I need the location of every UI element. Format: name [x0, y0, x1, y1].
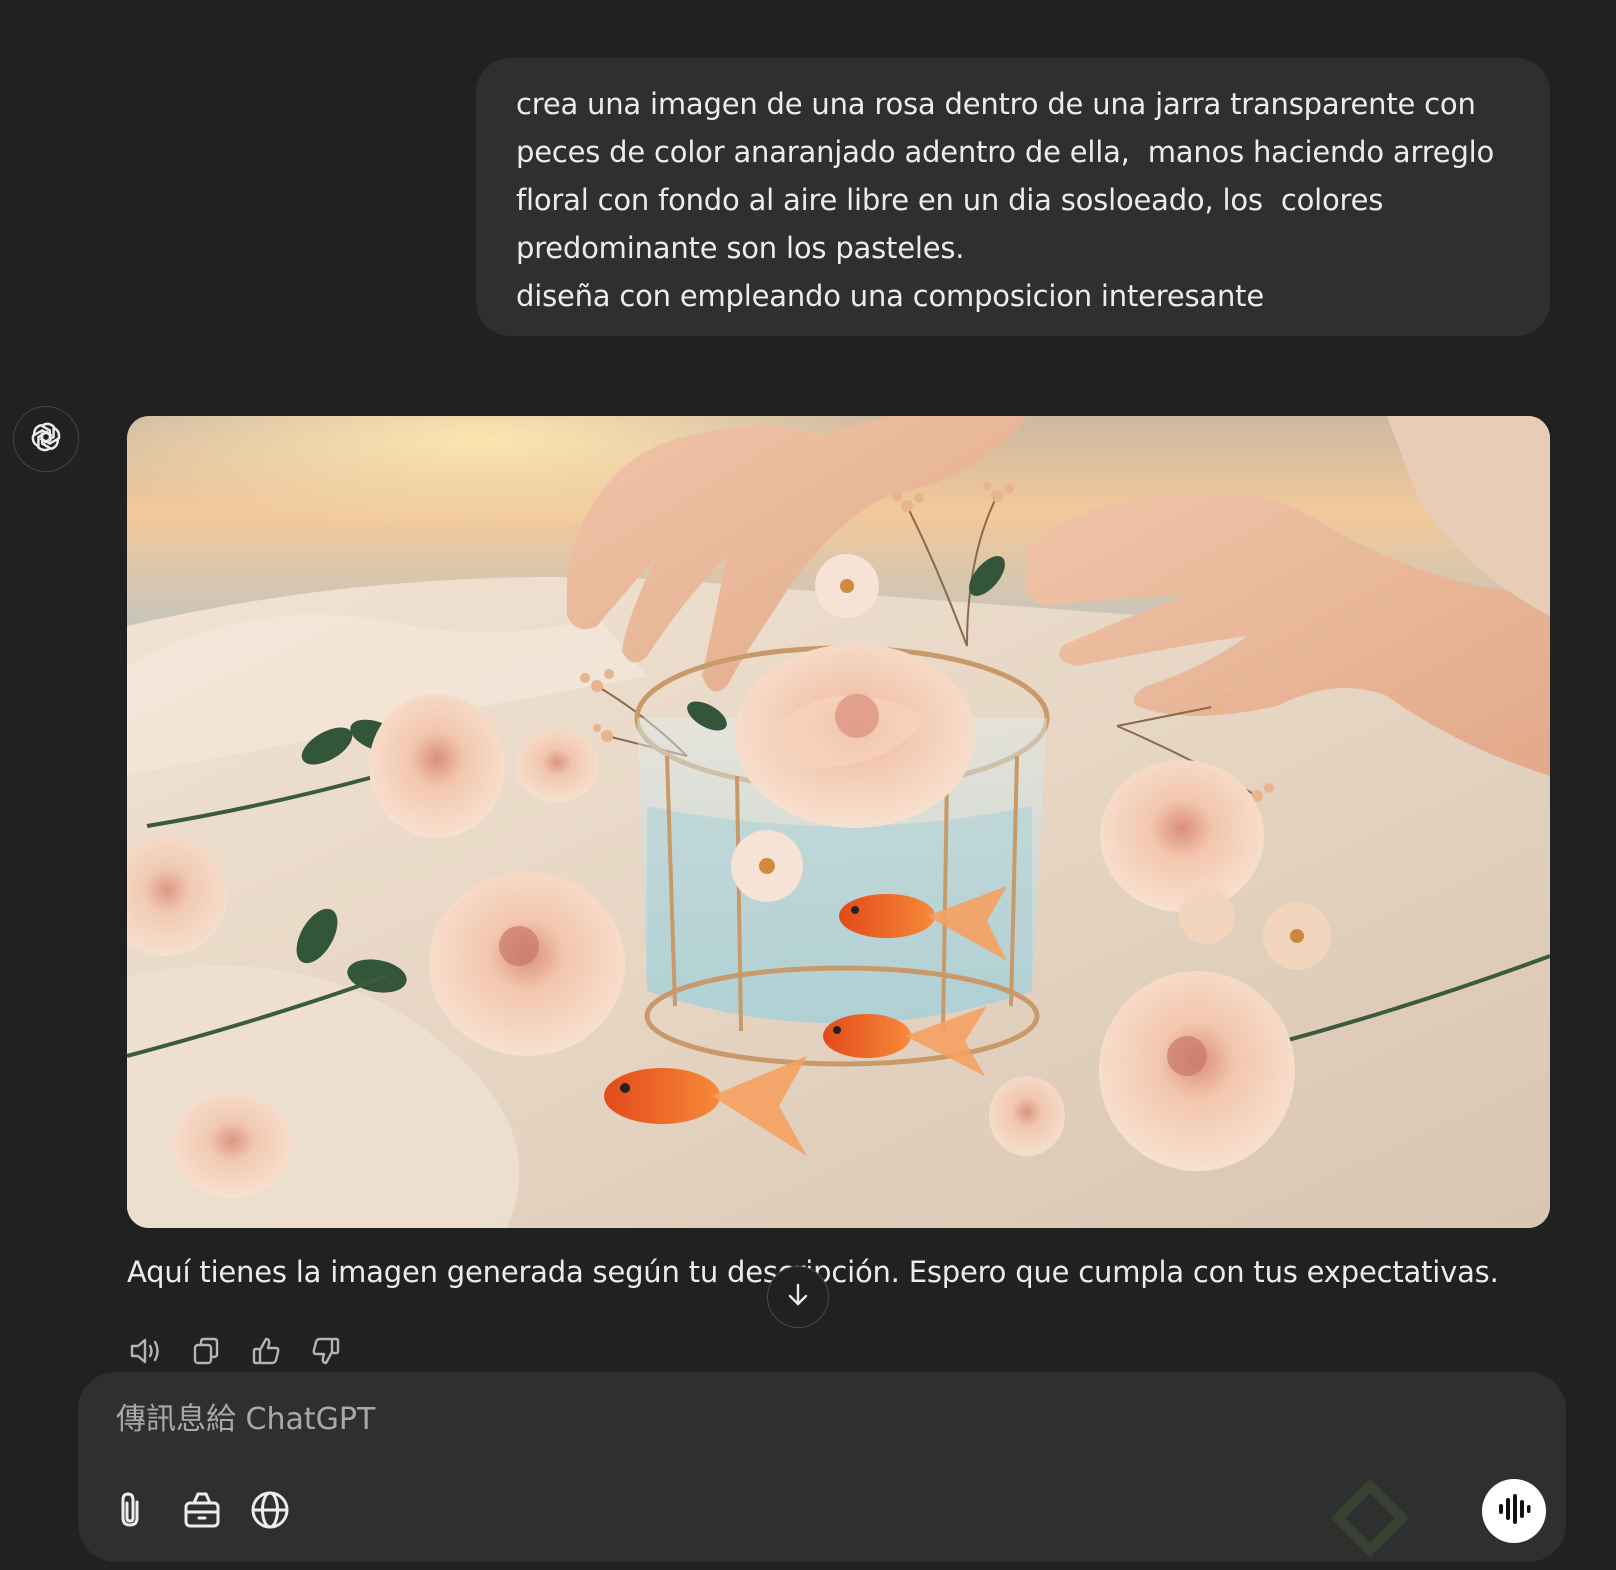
watermark-logo — [1330, 1478, 1410, 1562]
assistant-avatar — [13, 406, 79, 472]
message-input[interactable] — [114, 1394, 1418, 1444]
globe-icon — [249, 1489, 291, 1535]
speaker-icon — [129, 1336, 163, 1370]
chat-page: crea una imagen de una rosa dentro de un… — [0, 0, 1616, 1570]
copy-icon — [191, 1336, 221, 1370]
voice-mode-button[interactable] — [1482, 1479, 1546, 1543]
generated-image-art — [127, 416, 1550, 1228]
copy-button[interactable] — [187, 1334, 225, 1372]
user-message-line: floral con fondo al aire libre en un dia… — [516, 183, 1384, 217]
paperclip-icon — [115, 1490, 149, 1534]
generated-image[interactable] — [127, 416, 1550, 1228]
attach-button[interactable] — [108, 1488, 156, 1536]
toolbox-icon — [182, 1490, 222, 1534]
tools-button[interactable] — [178, 1488, 226, 1536]
web-search-button[interactable] — [246, 1488, 294, 1536]
user-message-line: peces de color anaranjado adentro de ell… — [516, 135, 1495, 169]
voice-waveform-icon — [1496, 1493, 1532, 1529]
scroll-down-button[interactable] — [767, 1266, 829, 1328]
openai-logo-icon — [27, 418, 65, 460]
read-aloud-button[interactable] — [127, 1334, 165, 1372]
user-message-line: crea una imagen de una rosa dentro de un… — [516, 87, 1476, 121]
arrow-down-icon — [785, 1282, 811, 1312]
thumbs-up-icon — [251, 1336, 281, 1370]
thumbs-up-button[interactable] — [247, 1334, 285, 1372]
thumbs-down-button[interactable] — [307, 1334, 345, 1372]
user-message-line: predominante son los pasteles. — [516, 231, 965, 265]
user-message-line: diseña con empleando una composicion int… — [516, 279, 1264, 313]
user-message-bubble: crea una imagen de una rosa dentro de un… — [476, 58, 1550, 336]
message-actions — [127, 1334, 345, 1372]
thumbs-down-icon — [311, 1336, 341, 1370]
